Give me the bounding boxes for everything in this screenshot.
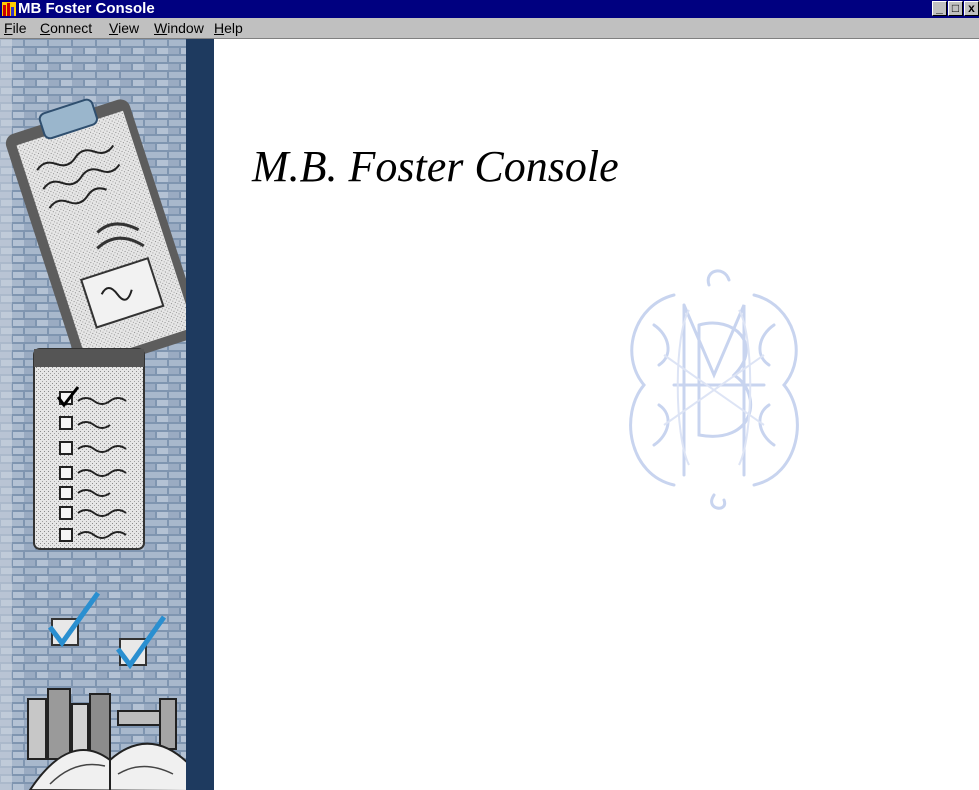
menu-file-accelerator: F <box>4 20 13 36</box>
app-icon <box>2 2 16 16</box>
menu-window[interactable]: Window <box>154 20 204 36</box>
app-window: MB Foster Console _ □ x File Connect Vie… <box>0 0 979 790</box>
title-bar[interactable]: MB Foster Console _ □ x <box>0 0 979 18</box>
menu-help-label: elp <box>224 20 243 36</box>
close-icon: x <box>968 1 975 15</box>
menu-window-label: indow <box>167 20 204 36</box>
sidebar-illustration <box>0 39 214 790</box>
menu-connect-label: onnect <box>50 20 93 36</box>
menu-bar: File Connect View Window Help <box>0 18 979 39</box>
menu-file[interactable]: File <box>4 20 27 36</box>
menu-help-accelerator: H <box>214 20 225 36</box>
menu-connect-accelerator: C <box>40 20 51 36</box>
clipboard-checklist-illustration <box>0 39 202 790</box>
maximize-icon: □ <box>951 1 960 15</box>
close-button[interactable]: x <box>964 1 979 16</box>
mbf-monogram-logo <box>629 269 799 510</box>
menu-help[interactable]: Help <box>214 20 243 36</box>
menu-connect[interactable]: Connect <box>40 20 92 36</box>
window-title: MB Foster Console <box>18 0 155 17</box>
menu-file-label: ile <box>12 20 27 36</box>
main-content: M.B. Foster Console <box>214 39 979 790</box>
page-title: M.B. Foster Console <box>252 142 619 191</box>
menu-view-accelerator: V <box>109 20 119 36</box>
menu-view-label: iew <box>118 20 140 36</box>
sidebar-divider-stripe <box>186 39 214 790</box>
menu-view[interactable]: View <box>109 20 139 36</box>
minimize-button[interactable]: _ <box>932 1 947 16</box>
minimize-icon: _ <box>936 1 943 15</box>
menu-window-accelerator: W <box>154 20 168 36</box>
window-controls: _ □ x <box>931 1 979 17</box>
maximize-button[interactable]: □ <box>948 1 963 16</box>
